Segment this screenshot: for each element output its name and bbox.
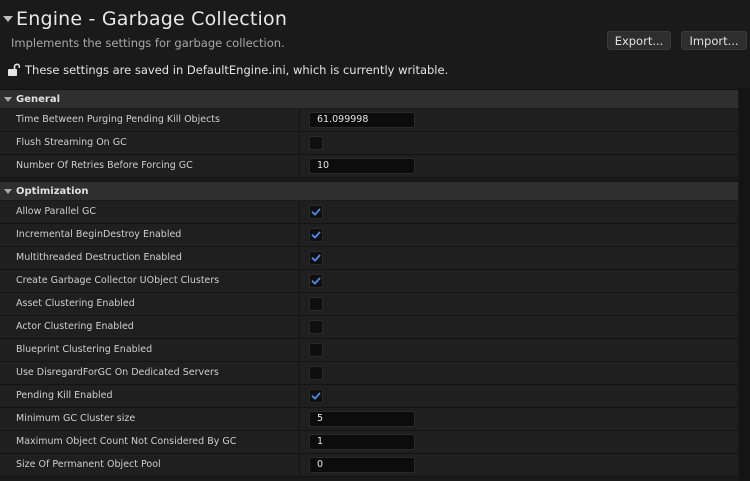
property-row: Incremental BeginDestroy Enabled bbox=[0, 224, 738, 247]
number-input[interactable]: 61.099998 bbox=[309, 112, 415, 128]
scrollbar[interactable] bbox=[739, 88, 750, 481]
checkmark-icon bbox=[311, 392, 321, 400]
checkmark-icon bbox=[311, 231, 321, 239]
page-subtitle: Implements the settings for garbage coll… bbox=[11, 36, 285, 50]
property-label: Incremental BeginDestroy Enabled bbox=[16, 229, 182, 240]
property-label: Number Of Retries Before Forcing GC bbox=[16, 160, 193, 171]
page-title-row: Engine - Garbage Collection bbox=[0, 5, 287, 33]
checkbox[interactable] bbox=[309, 228, 323, 242]
column-divider[interactable] bbox=[299, 385, 300, 407]
checkmark-icon bbox=[311, 254, 321, 262]
property-row: Allow Parallel GC bbox=[0, 201, 738, 224]
export-button[interactable]: Export... bbox=[607, 31, 671, 50]
column-divider[interactable] bbox=[299, 362, 300, 384]
property-label: Minimum GC Cluster size bbox=[16, 413, 136, 424]
property-row: Use DisregardForGC On Dedicated Servers bbox=[0, 362, 738, 385]
number-input[interactable]: 0 bbox=[309, 457, 415, 473]
checkbox[interactable] bbox=[309, 389, 323, 403]
config-notice-text: These settings are saved in DefaultEngin… bbox=[25, 63, 449, 77]
section-optimization-label: Optimization bbox=[16, 185, 89, 197]
property-row: Actor Clustering Enabled bbox=[0, 316, 738, 339]
checkbox[interactable] bbox=[309, 343, 323, 357]
property-row: Flush Streaming On GC bbox=[0, 132, 738, 155]
property-row: Number Of Retries Before Forcing GC 10 bbox=[0, 155, 738, 178]
property-row: Minimum GC Cluster size 5 bbox=[0, 408, 738, 431]
checkbox[interactable] bbox=[309, 136, 323, 150]
checkmark-icon bbox=[311, 277, 321, 285]
checkmark-icon bbox=[311, 208, 321, 216]
caret-down-icon[interactable] bbox=[3, 16, 13, 22]
checkbox[interactable] bbox=[309, 251, 323, 265]
property-label: Time Between Purging Pending Kill Object… bbox=[16, 114, 220, 125]
column-divider[interactable] bbox=[299, 316, 300, 338]
property-row: Blueprint Clustering Enabled bbox=[0, 339, 738, 362]
number-input[interactable]: 10 bbox=[309, 158, 415, 174]
column-divider[interactable] bbox=[299, 224, 300, 246]
number-input[interactable]: 1 bbox=[309, 434, 415, 450]
column-divider[interactable] bbox=[299, 155, 300, 177]
checkbox[interactable] bbox=[309, 366, 323, 380]
property-row: Asset Clustering Enabled bbox=[0, 293, 738, 316]
property-label: Allow Parallel GC bbox=[16, 206, 97, 217]
column-divider[interactable] bbox=[299, 247, 300, 269]
chevron-down-icon bbox=[4, 188, 12, 194]
column-divider[interactable] bbox=[299, 408, 300, 430]
property-row: Pending Kill Enabled bbox=[0, 385, 738, 408]
section-general[interactable]: General bbox=[0, 89, 738, 108]
config-notice: These settings are saved in DefaultEngin… bbox=[6, 63, 448, 77]
column-divider[interactable] bbox=[299, 201, 300, 223]
section-general-label: General bbox=[16, 93, 60, 105]
property-label: Maximum Object Count Not Considered By G… bbox=[16, 436, 237, 447]
import-button[interactable]: Import... bbox=[681, 31, 747, 50]
property-label: Blueprint Clustering Enabled bbox=[16, 344, 153, 355]
number-input[interactable]: 5 bbox=[309, 411, 415, 427]
checkbox[interactable] bbox=[309, 205, 323, 219]
column-divider[interactable] bbox=[299, 454, 300, 476]
property-label: Size Of Permanent Object Pool bbox=[16, 459, 161, 470]
checkbox[interactable] bbox=[309, 274, 323, 288]
checkbox[interactable] bbox=[309, 320, 323, 334]
property-row: Create Garbage Collector UObject Cluster… bbox=[0, 270, 738, 293]
property-row: Multithreaded Destruction Enabled bbox=[0, 247, 738, 270]
property-label: Actor Clustering Enabled bbox=[16, 321, 134, 332]
unlocked-padlock-icon bbox=[8, 63, 20, 76]
page-title: Engine - Garbage Collection bbox=[16, 8, 288, 30]
property-label: Create Garbage Collector UObject Cluster… bbox=[16, 275, 220, 286]
chevron-down-icon bbox=[4, 96, 12, 102]
property-row: Maximum Object Count Not Considered By G… bbox=[0, 431, 738, 454]
property-row: Time Between Purging Pending Kill Object… bbox=[0, 109, 738, 132]
property-label: Flush Streaming On GC bbox=[16, 137, 127, 148]
section-optimization[interactable]: Optimization bbox=[0, 181, 738, 200]
property-row: Size Of Permanent Object Pool 0 bbox=[0, 454, 738, 477]
property-label: Multithreaded Destruction Enabled bbox=[16, 252, 182, 263]
column-divider[interactable] bbox=[299, 132, 300, 154]
column-divider[interactable] bbox=[299, 293, 300, 315]
column-divider[interactable] bbox=[299, 270, 300, 292]
checkbox[interactable] bbox=[309, 297, 323, 311]
column-divider[interactable] bbox=[299, 431, 300, 453]
property-label: Asset Clustering Enabled bbox=[16, 298, 135, 309]
column-divider[interactable] bbox=[299, 109, 300, 131]
column-divider[interactable] bbox=[299, 339, 300, 361]
property-label: Use DisregardForGC On Dedicated Servers bbox=[16, 367, 219, 378]
property-label: Pending Kill Enabled bbox=[16, 390, 113, 401]
